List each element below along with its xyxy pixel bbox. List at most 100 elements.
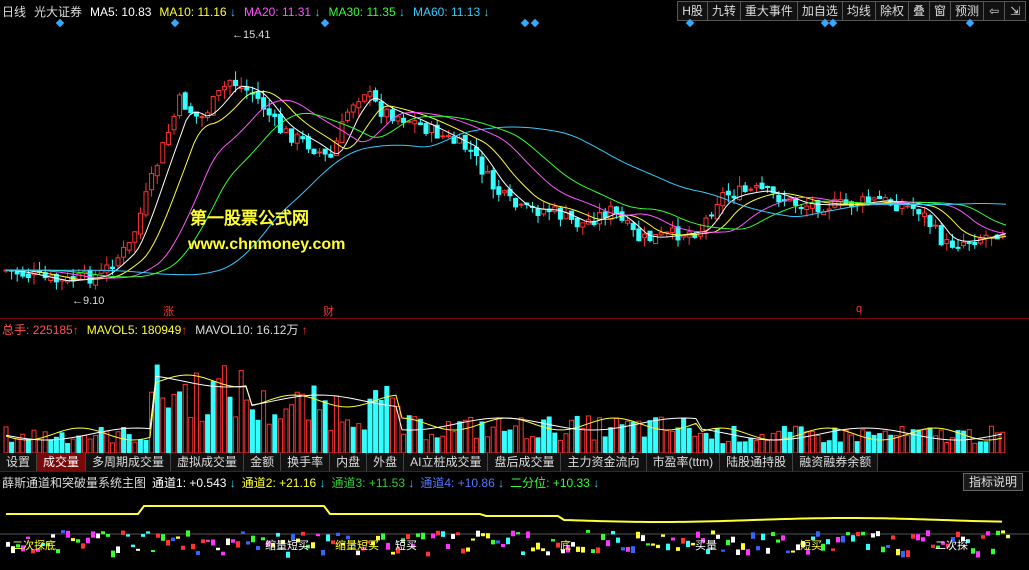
volume-bar-109 [613,417,619,453]
volume-bar-93 [524,438,530,453]
volume-bar-106 [597,417,603,453]
candle-body-64 [361,94,367,102]
ma5-line [6,85,1007,282]
volume-bar-121 [681,417,687,453]
signal-mark-171 [861,531,865,536]
signal-mark-41 [211,539,215,546]
signal-mark-59 [301,531,305,536]
volume-bar-82 [462,419,468,453]
signal-mark-155 [781,535,785,541]
tab-4[interactable]: 金额 [244,453,282,471]
tab-11[interactable]: 市盈率(ttm) [646,453,721,471]
volume-bar-64 [361,429,367,453]
signal-label-7: 二次探 [935,538,968,552]
signal-mark-145 [731,536,735,543]
volume-bar-8 [48,439,54,453]
signal-mark-43 [221,551,225,556]
signal-mark-97 [491,539,495,545]
volume-bar-99 [557,439,563,453]
signal-mark-122 [616,537,620,543]
volume-bar-128 [720,443,726,453]
candle-body-119 [669,227,675,233]
volume-bar-79 [445,421,451,453]
tab-12[interactable]: 陆股通持股 [720,453,794,471]
event-marker-q[interactable]: q [856,303,862,315]
candle-body-39 [221,86,227,91]
candle-body-133 [748,188,754,191]
candle-body-103 [580,222,586,228]
tab-0[interactable]: 设置 [0,453,38,471]
signal-mark-164 [826,539,830,545]
signal-label-0: 二次探底 [12,538,56,552]
tab-9[interactable]: 盘后成交量 [488,453,562,471]
volume-bar-58 [328,429,334,453]
candle-body-32 [182,92,188,110]
volume-bar-62 [350,426,356,453]
volume-bar-32 [182,383,188,453]
indicator-explain-button[interactable]: 指标说明 [962,473,1023,491]
candle-body-116 [653,234,659,244]
tab-8[interactable]: AI立桩成交量 [404,453,489,471]
tab-5[interactable]: 换手率 [281,453,331,471]
tab-3[interactable]: 虚拟成交量 [171,453,245,471]
tab-10[interactable]: 主力资金流向 [561,453,647,471]
tab-6[interactable]: 内盘 [330,453,368,471]
signal-mark-131 [661,534,665,537]
volume-bar-88 [496,417,502,453]
candle-body-38 [216,90,222,96]
signal-mark-66 [336,532,340,537]
volume-bar-55 [311,385,317,453]
signal-mark-20 [106,533,110,537]
volume-bar-157 [882,430,888,453]
signal-mark-123 [621,547,625,551]
volume-bar-165 [927,427,933,453]
volume-bar-170 [955,430,961,453]
signal-mark-24 [126,534,130,537]
volume-bar-115 [647,420,653,453]
signal-mark-12 [66,530,70,538]
signal-mark-31 [161,534,165,541]
event-marker-cai[interactable]: 财 [323,303,334,319]
volume-bar-15 [87,438,93,453]
signal-mark-77 [391,551,395,555]
candle-body-95 [535,207,541,216]
signal-mark-21 [111,550,115,558]
signal-mark-172 [866,543,870,550]
signal-mark-88 [446,543,450,549]
candle-body-55 [311,148,317,155]
candle-body-91 [513,197,519,208]
signal-mark-194 [976,551,980,558]
signal-mark-135 [681,537,685,544]
signal-mark-147 [741,543,745,550]
tab-1[interactable]: 成交量 [37,453,87,471]
signal-mark-29 [151,550,155,553]
tab-7[interactable]: 外盘 [367,453,405,471]
signal-mark-115 [581,546,585,553]
event-diamond-5 [685,18,695,28]
signal-mark-183 [921,537,925,542]
signal-mark-4 [26,536,30,539]
signal-mark-178 [896,548,900,556]
price-chart[interactable] [0,18,1029,320]
candle-body-75 [423,123,429,134]
event-diamond-2 [320,18,330,28]
volume-bar-65 [367,398,373,453]
signal-label-3: 短买 [395,538,417,552]
watermark-title: 第一股票公式网 [190,209,309,228]
tab-2[interactable]: 多周期成交量 [86,453,172,471]
candle-body-161 [905,205,911,208]
signal-mark-149 [751,532,755,539]
indicator-chart[interactable]: 二次探底 缩量短买 缩量短买 短买 底 买量 短买 二次探 [0,490,1029,570]
volume-chart[interactable] [0,336,1029,453]
candle-body-22 [126,242,132,251]
candle-body-62 [350,104,356,113]
volume-bar-118 [664,429,670,453]
volume-bar-178 [1000,431,1006,453]
event-marker-zhang[interactable]: 涨 [163,303,174,319]
volume-bar-148 [832,427,838,453]
tab-13[interactable]: 融资融券余额 [793,453,879,471]
signal-mark-199 [1001,530,1005,534]
signal-mark-18 [96,533,100,539]
volume-bar-83 [468,417,474,453]
signal-mark-126 [636,531,640,539]
